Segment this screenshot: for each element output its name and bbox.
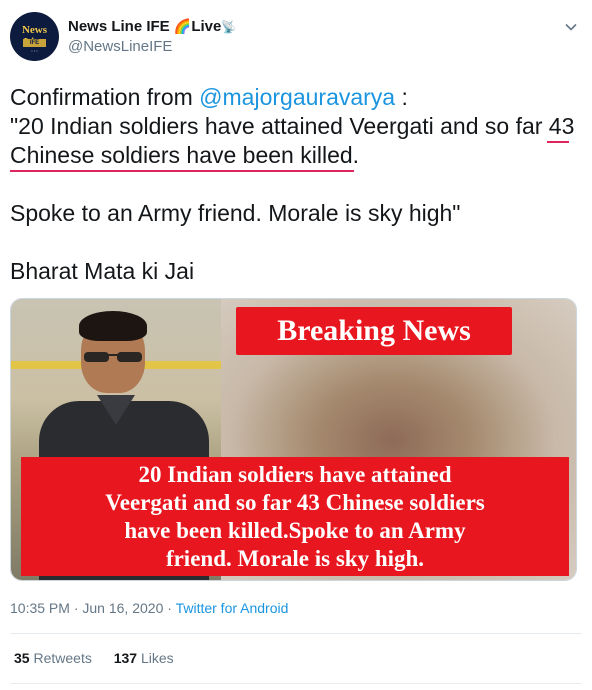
- banner-line: have been killed.Spoke to an Army: [124, 518, 466, 543]
- tweet-blank-2: [10, 228, 585, 257]
- divider: [10, 683, 582, 684]
- retweets-label: Retweets: [33, 650, 92, 666]
- red-underline-sentence: [10, 170, 354, 172]
- retweets-stat[interactable]: 35 Retweets: [14, 650, 92, 666]
- banner-line: Veergati and so far 43 Chinese soldiers: [105, 490, 485, 515]
- display-name: News Line IFE: [68, 18, 170, 35]
- news-banner: 20 Indian soldiers have attained Veergat…: [21, 457, 569, 576]
- avatar-logo-subtext: IFE: [23, 39, 46, 47]
- retweets-count: 35: [14, 650, 30, 666]
- meta-separator: ·: [163, 600, 176, 616]
- tweet-line-3: Chinese soldiers have been killed.: [10, 142, 360, 168]
- tweet-menu-button[interactable]: [564, 20, 578, 34]
- tweet-line-4: Spoke to an Army friend. Morale is sky h…: [10, 200, 461, 226]
- likes-label: Likes: [140, 650, 174, 666]
- photo-person-hair: [79, 311, 147, 341]
- tweet-lead: Confirmation from: [10, 84, 200, 110]
- banner-line: friend. Morale is sky high.: [165, 546, 425, 571]
- satellite-icon: 📡: [221, 20, 237, 34]
- meta-separator: ·: [69, 600, 83, 616]
- tweet-source-link[interactable]: Twitter for Android: [176, 600, 289, 616]
- mention-link[interactable]: @majorgauravarya: [199, 84, 395, 110]
- live-label: Live: [191, 18, 222, 35]
- tweet-blank: [10, 170, 585, 199]
- tweet-stats: 35 Retweets 137 Likes: [14, 650, 192, 666]
- likes-stat[interactable]: 137 Likes: [114, 650, 174, 666]
- tweet-header: News Line IFE • • • News Line IFE 🌈Live📡…: [10, 12, 582, 64]
- tweet-line-1: Confirmation from @majorgauravarya :: [10, 83, 585, 112]
- tweet-time[interactable]: 10:35 PM: [10, 600, 70, 616]
- display-name-link[interactable]: News Line IFE 🌈Live📡: [68, 18, 236, 35]
- breaking-news-badge: Breaking News: [236, 307, 512, 355]
- divider: [10, 633, 582, 634]
- tweet-metadata: 10:35 PM · Jun 16, 2020 · Twitter for An…: [10, 600, 288, 616]
- chevron-down-icon: [564, 20, 578, 34]
- avatar-tagline: • • •: [31, 48, 38, 53]
- tweet-date[interactable]: Jun 16, 2020: [82, 600, 163, 616]
- rainbow-icon: 🌈: [173, 18, 192, 34]
- tweet-line-2: "20 Indian soldiers have attained Veerga…: [10, 113, 575, 139]
- banner-line: 20 Indian soldiers have attained: [138, 462, 452, 487]
- likes-count: 137: [113, 650, 138, 666]
- sunglasses-icon: [84, 352, 142, 362]
- account-handle[interactable]: @NewsLineIFE: [68, 38, 172, 55]
- tweet-lead-suffix: :: [395, 84, 408, 110]
- red-underline-number: [547, 141, 569, 143]
- avatar[interactable]: News Line IFE • • •: [10, 12, 59, 61]
- tweet-text: Confirmation from @majorgauravarya : "20…: [10, 83, 585, 286]
- tweet-media-image[interactable]: Breaking News 20 Indian soldiers have at…: [10, 298, 577, 581]
- tweet-line-5: Bharat Mata ki Jai: [10, 258, 195, 284]
